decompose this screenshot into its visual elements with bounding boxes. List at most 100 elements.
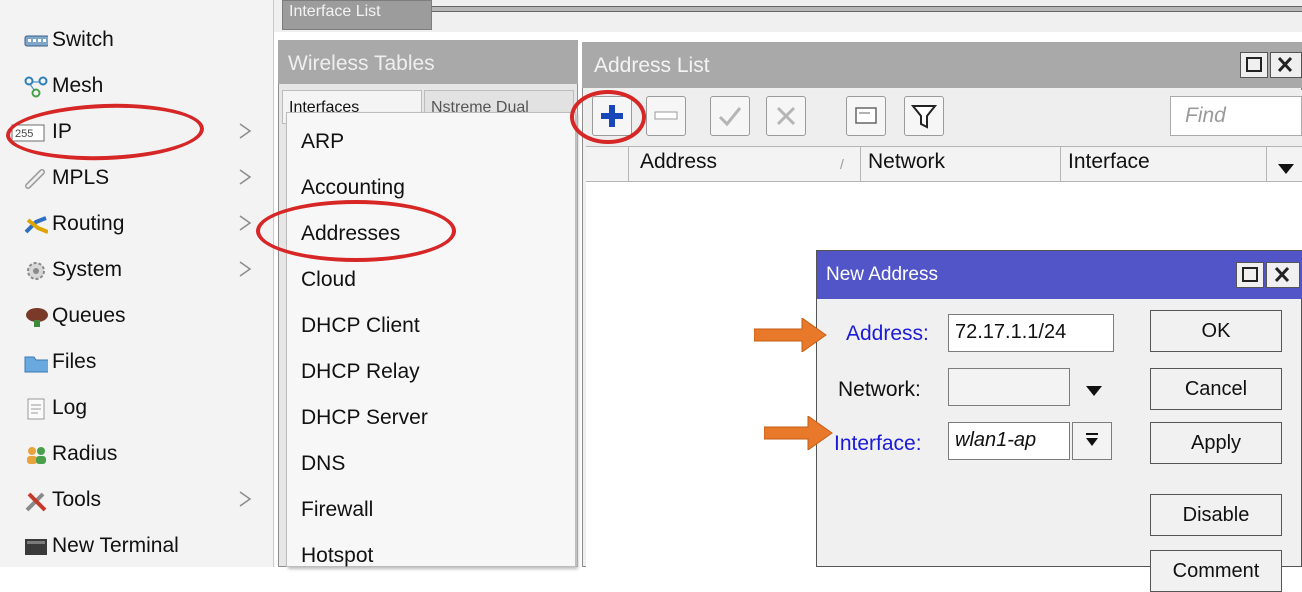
column-header-interface[interactable]: Interface [1068,150,1150,174]
menu-item-dns[interactable]: DNS [287,441,575,487]
network-dropdown-button[interactable] [1084,380,1104,404]
window-border [432,6,1302,12]
interface-field[interactable]: wlan1-ap [948,422,1070,460]
menu-item-firewall[interactable]: Firewall [287,487,575,533]
switch-icon [24,30,48,52]
ip-submenu: ARP Accounting Addresses Cloud DHCP Clie… [286,112,576,567]
dialog-close-button[interactable] [1266,262,1300,288]
maximize-icon [1242,267,1258,282]
filter-icon [910,105,938,129]
menu-item-label: DNS [301,452,346,475]
sidebar-item-switch[interactable]: Switch [0,18,274,64]
chevron-right-icon [238,214,252,232]
sidebar-item-label: Routing [52,212,125,235]
disable-dialog-button[interactable]: Disable [1150,494,1282,536]
sidebar-item-queues[interactable]: Queues [0,294,274,340]
maximize-icon [1246,57,1262,72]
sidebar-item-mesh[interactable]: Mesh [0,64,274,110]
filter-button[interactable] [904,96,944,136]
comment-dialog-button[interactable]: Comment [1150,550,1282,592]
caret-down-icon [1278,164,1294,174]
queues-icon [24,306,48,328]
mesh-icon [24,76,48,98]
menu-item-dhcp-relay[interactable]: DHCP Relay [287,349,575,395]
menu-item-arp[interactable]: ARP [287,119,575,165]
menu-item-cloud[interactable]: Cloud [287,257,575,303]
routing-icon [24,214,48,236]
close-icon [1274,266,1290,283]
menu-item-dhcp-client[interactable]: DHCP Client [287,303,575,349]
sidebar-item-label: System [52,258,123,281]
chevron-right-icon [238,490,252,508]
check-icon [718,107,742,127]
log-icon [24,398,48,420]
menu-item-label: Hotspot [301,544,374,567]
radius-icon [24,444,48,466]
system-icon [24,260,48,282]
remove-button[interactable] [646,96,686,136]
sidebar-item-label: Switch [52,28,114,51]
menu-item-hotspot[interactable]: Hotspot [287,533,575,579]
menu-item-label: Firewall [301,498,374,521]
sidebar-item-radius[interactable]: Radius [0,432,274,478]
comment-button[interactable] [846,96,886,136]
sidebar-item-files[interactable]: Files [0,340,274,386]
sidebar-item-label: New Terminal [52,534,179,557]
dropdown-arrow-icon [1086,433,1098,446]
sidebar-item-log[interactable]: Log [0,386,274,432]
sidebar-item-mpls[interactable]: MPLS [0,156,274,202]
cancel-button[interactable]: Cancel [1150,368,1282,410]
menu-item-label: ARP [301,130,345,153]
menu-item-label: DHCP Relay [301,360,420,383]
column-divider [860,146,861,182]
close-button[interactable] [1270,52,1302,78]
sidebar-item-system[interactable]: System [0,248,274,294]
mpls-icon [24,168,48,190]
sidebar-item-new-terminal[interactable]: New Terminal [0,524,274,570]
terminal-icon [24,536,48,558]
chevron-right-icon [238,168,252,186]
folder-icon [24,352,48,374]
minus-icon [654,111,678,120]
maximize-button[interactable] [1240,52,1268,78]
sidebar-item-label: Queues [52,304,126,327]
cross-icon [776,106,796,126]
column-header-network[interactable]: Network [868,150,945,174]
ok-button[interactable]: OK [1150,310,1282,352]
highlight-add-ring [570,90,646,144]
column-divider [628,146,629,182]
address-list-title: Address List [594,54,710,77]
chevron-right-icon [238,260,252,278]
apply-button[interactable]: Apply [1150,422,1282,464]
enable-button[interactable] [710,96,750,136]
sidebar-item-label: MPLS [52,166,110,189]
sidebar-item-routing[interactable]: Routing [0,202,274,248]
sidebar-item-label: Mesh [52,74,104,97]
tools-icon [24,490,48,512]
address-field[interactable]: 72.17.1.1/24 [948,314,1114,352]
chevron-right-icon [238,122,252,140]
comment-icon [855,107,877,124]
network-label: Network: [838,378,921,401]
dialog-maximize-button[interactable] [1236,262,1264,288]
sidebar-item-tools[interactable]: Tools [0,478,274,524]
arrow-interface-indicator [763,415,836,456]
interface-dropdown-button[interactable] [1072,422,1112,460]
network-field[interactable] [948,368,1070,406]
find-input[interactable]: Find [1170,96,1302,136]
menu-item-dhcp-server[interactable]: DHCP Server [287,395,575,441]
interface-label: Interface: [834,432,922,455]
sidebar-menu: Switch Mesh 255 IP MPLS Routing System Q… [0,0,274,567]
sidebar-item-label: Files [52,350,97,373]
highlight-addresses-ring [256,200,456,262]
arrow-address-indicator [753,317,830,358]
caret-down-icon [1086,386,1102,396]
column-divider [1266,146,1267,182]
interface-list-tab[interactable]: Interface List [282,0,432,30]
disable-button[interactable] [766,96,806,136]
new-address-title: New Address [826,264,938,285]
sort-indicator: / [840,156,844,172]
column-menu-button[interactable] [1276,158,1296,182]
column-header-address[interactable]: Address [640,150,717,174]
address-label: Address: [846,322,929,345]
